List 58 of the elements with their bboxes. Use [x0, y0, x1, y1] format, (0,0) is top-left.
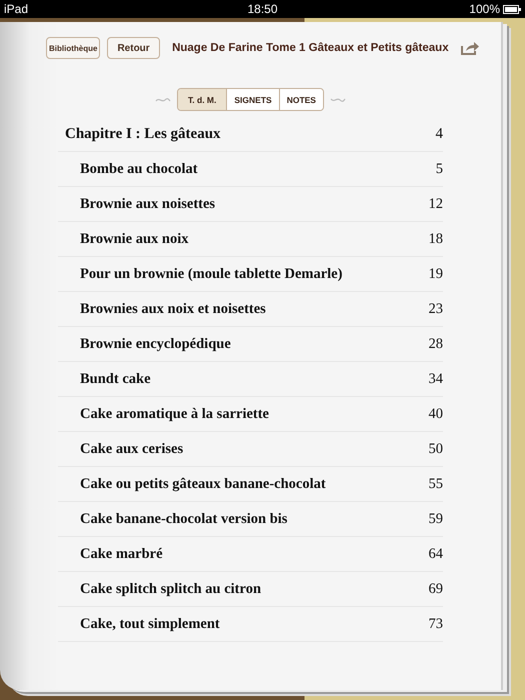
page-number: 23 — [428, 300, 443, 318]
toc-entry[interactable]: Brownie aux noix 18 — [58, 222, 443, 257]
entry-title: Cake banane-chocolat version bis — [80, 510, 288, 528]
page-number: 73 — [428, 616, 443, 632]
page-number: 64 — [428, 546, 443, 562]
toc-entry[interactable]: Cake, tout simplement 73 — [58, 607, 443, 642]
entry-title: Cake, tout simplement — [80, 616, 220, 632]
page-number: 4 — [436, 126, 443, 142]
page-number: 40 — [428, 406, 443, 422]
share-icon[interactable] — [461, 41, 479, 55]
entry-title: Pour un brownie (moule tablette Demarle) — [80, 266, 342, 282]
entry-title: Bundt cake — [80, 370, 151, 388]
toc-entry[interactable]: Cake aux cerises 50 — [58, 432, 443, 467]
device-name: iPad — [4, 2, 28, 16]
page-number: 12 — [428, 196, 443, 212]
page-number: 69 — [428, 580, 443, 598]
entry-title: Cake splitch splitch au citron — [80, 580, 262, 598]
flourish-icon — [155, 96, 172, 102]
entry-title: Brownie aux noix — [80, 230, 189, 248]
toc-entry[interactable]: Bombe au chocolat 5 — [58, 152, 443, 187]
tab[interactable]: SIGNETS — [226, 89, 279, 110]
toc-entry[interactable]: Cake splitch splitch au citron 69 — [58, 572, 443, 607]
toc-entry[interactable]: Cake banane-chocolat version bis 59 — [58, 502, 443, 537]
entry-title: Brownie aux noisettes — [80, 196, 216, 212]
entry-title: Cake ou petits gâteaux banane-chocolat — [80, 476, 326, 492]
page-number: 59 — [428, 510, 443, 528]
toc-entry[interactable]: Bundt cake 34 — [58, 362, 443, 397]
tab[interactable]: NOTES — [278, 89, 323, 110]
entry-title: Bombe au chocolat — [80, 160, 198, 178]
page-number: 28 — [428, 336, 443, 352]
entry-title: Chapitre I : Les gâteaux — [65, 126, 221, 142]
back-button[interactable]: Retour — [107, 37, 160, 59]
library-button[interactable]: Bibliothèque — [46, 37, 100, 59]
toc-entry[interactable]: Pour un brownie (moule tablette Demarle) 19 — [58, 257, 443, 292]
toc-entry[interactable]: Cake ou petits gâteaux banane-chocolat 55 — [58, 467, 443, 502]
page-number: 18 — [428, 230, 443, 248]
flourish-icon — [330, 96, 346, 102]
tab[interactable]: T. d. M. — [178, 89, 226, 110]
page-number: 34 — [428, 370, 443, 388]
toc-entry[interactable]: Brownie encyclopédique 28 — [58, 327, 443, 362]
entry-title: Brownie encyclopédique — [80, 336, 231, 352]
page-number: 50 — [428, 440, 443, 458]
book-title: Nuage De Farine Tome 1 Gâteaux et Petits gâteaux — [171, 42, 450, 54]
entry-title: Cake marbré — [80, 546, 163, 562]
toc-entry[interactable]: Cake aromatique à la sarriette 40 — [58, 397, 443, 432]
battery-percent: 100% — [469, 2, 500, 16]
entry-title: Brownies aux noix et noisettes — [80, 300, 266, 318]
clock: 18:50 — [247, 2, 278, 16]
entry-title: Cake aux cerises — [80, 440, 184, 458]
toc-entry[interactable]: Brownie aux noisettes 12 — [58, 187, 443, 222]
toc-entry[interactable]: Cake marbré 64 — [58, 537, 443, 572]
entry-title: Cake aromatique à la sarriette — [80, 406, 269, 422]
battery-icon — [503, 4, 521, 14]
page-number: 55 — [428, 476, 443, 492]
page-number: 5 — [436, 160, 443, 178]
toc-entry[interactable]: Chapitre I : Les gâteaux 4 — [58, 117, 443, 152]
page-number: 19 — [428, 266, 443, 282]
toc-entry[interactable]: Brownies aux noix et noisettes 23 — [58, 292, 443, 327]
